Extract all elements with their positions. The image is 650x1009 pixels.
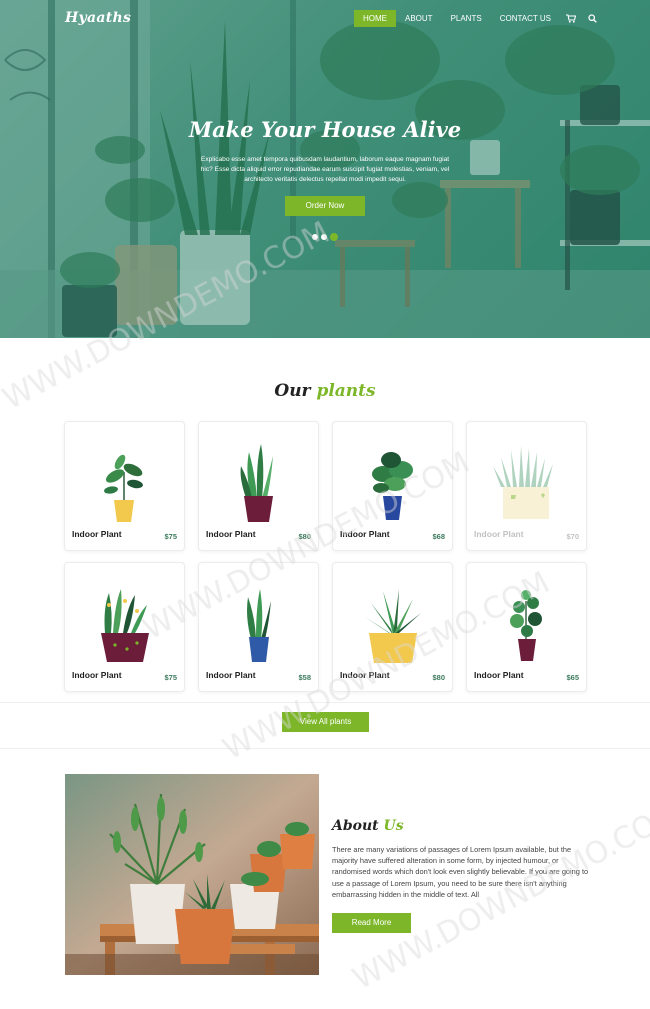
slider-dot-2[interactable] (321, 234, 327, 240)
plant-name: Indoor Plant (474, 670, 524, 680)
plant-price: $65 (566, 673, 579, 682)
plant-name: Indoor Plant (72, 670, 122, 680)
plant-price: $68 (432, 532, 445, 541)
plant-price: $75 (164, 673, 177, 682)
plant-card[interactable]: Indoor Plant $68 (332, 421, 453, 551)
hero-title: Make Your House Alive (188, 117, 462, 142)
plant-name: Indoor Plant (206, 529, 256, 539)
plants-title-main: Our (274, 381, 311, 401)
brand-logo[interactable]: Hyaaths (65, 10, 131, 26)
read-more-button[interactable]: Read More (332, 913, 411, 933)
plant-image (101, 589, 149, 662)
nav-contact-us[interactable]: CONTACT US (491, 10, 560, 27)
plant-card[interactable]: Indoor Plant $70 (466, 421, 587, 551)
main-nav: HOME ABOUT PLANTS CONTACT US (354, 10, 604, 27)
plant-card[interactable]: Indoor Plant $58 (198, 562, 319, 692)
plant-card[interactable]: Indoor Plant $75 (64, 562, 185, 692)
plant-name: Indoor Plant (72, 529, 122, 539)
plant-image (365, 589, 421, 663)
plant-price: $70 (566, 532, 579, 541)
section-divider (0, 702, 650, 703)
plant-name: Indoor Plant (340, 670, 390, 680)
plant-card[interactable]: Indoor Plant $80 (198, 421, 319, 551)
slider-dot-3[interactable] (330, 233, 338, 241)
plant-price: $80 (432, 673, 445, 682)
hero-banner: Hyaaths HOME ABOUT PLANTS CONTACT US Mak… (0, 0, 650, 338)
plant-image (493, 446, 553, 519)
plant-card[interactable]: Indoor Plant $80 (332, 562, 453, 692)
plant-image (510, 590, 542, 661)
plant-image (247, 589, 271, 662)
about-image (65, 774, 319, 975)
plant-card[interactable]: Indoor Plant $65 (466, 562, 587, 692)
about-description: There are many variations of passages of… (332, 845, 589, 899)
plant-price: $75 (164, 532, 177, 541)
slider-dot-1[interactable] (312, 234, 318, 240)
view-all-plants-button[interactable]: View All plants (282, 712, 369, 732)
section-divider (0, 748, 650, 749)
slider-dots (312, 233, 338, 241)
plants-section-title: Our plants (0, 381, 650, 401)
plant-price: $80 (298, 532, 311, 541)
plant-price: $58 (298, 673, 311, 682)
plant-image (372, 452, 413, 520)
order-now-button[interactable]: Order Now (285, 196, 365, 216)
nav-plants[interactable]: PLANTS (442, 10, 491, 27)
plant-name: Indoor Plant (474, 529, 524, 539)
plant-card[interactable]: Indoor Plant $75 (64, 421, 185, 551)
about-section-title: About Us (332, 818, 404, 834)
plant-name: Indoor Plant (206, 670, 256, 680)
hero-description: Explicabo esse amet tempora quibusdam la… (200, 156, 450, 183)
cart-icon[interactable] (560, 10, 582, 27)
search-icon[interactable] (582, 10, 604, 27)
plant-name: Indoor Plant (340, 529, 390, 539)
about-title-accent: Us (383, 818, 404, 834)
plant-image (240, 444, 273, 522)
plants-title-accent: plants (316, 381, 376, 401)
nav-about[interactable]: ABOUT (396, 10, 442, 27)
about-title-main: About (332, 818, 379, 834)
plant-image (104, 454, 143, 522)
nav-home[interactable]: HOME (354, 10, 396, 27)
